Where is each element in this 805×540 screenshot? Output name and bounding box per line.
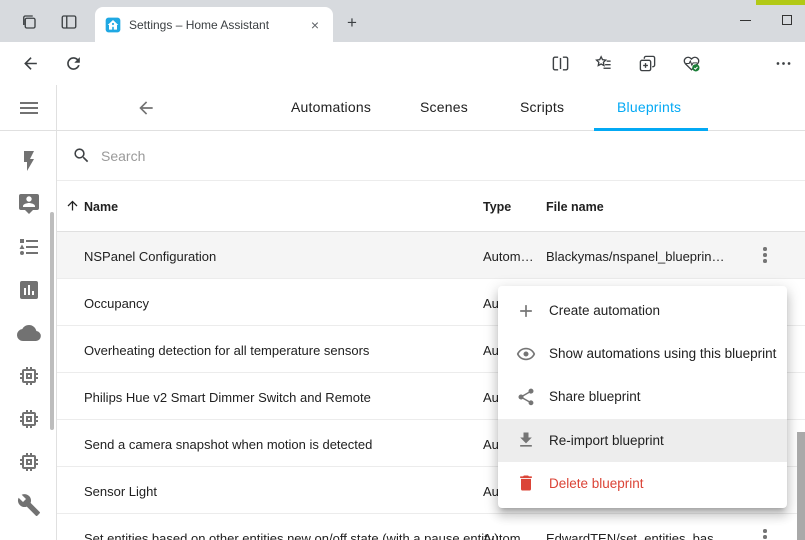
back-icon[interactable] — [21, 54, 40, 73]
tools-icon[interactable] — [17, 493, 41, 517]
ha-page: Automations Scenes Scripts Blueprints ? … — [0, 85, 805, 540]
browser-tab-strip: Settings – Home Assistant × + — [0, 0, 805, 42]
row-type: Autom… — [483, 249, 534, 264]
column-header-file[interactable]: File name — [546, 200, 604, 214]
plus-icon — [516, 301, 536, 321]
menu-icon[interactable] — [17, 96, 41, 120]
row-name: Send a camera snapshot when motion is de… — [84, 437, 372, 452]
sidebar-scrollbar[interactable] — [50, 212, 54, 430]
table-row[interactable]: NSPanel Configuration Autom… Blackymas/n… — [57, 232, 805, 279]
trash-icon — [516, 473, 536, 493]
column-header-type[interactable]: Type — [483, 200, 511, 214]
refresh-icon[interactable] — [64, 54, 83, 73]
workspaces-icon[interactable] — [20, 13, 38, 31]
row-file: Blackymas/nspanel_blueprin… — [546, 249, 724, 264]
sidebar-divider — [0, 130, 57, 131]
table-row[interactable]: Set entities based on other entities new… — [57, 514, 805, 540]
split-screen-icon[interactable] — [551, 54, 570, 73]
tab-scripts[interactable]: Scripts — [520, 99, 564, 115]
download-icon — [516, 430, 536, 450]
more-menu-icon[interactable] — [774, 54, 793, 73]
menu-item-label: Delete blueprint — [549, 476, 644, 491]
search-bar — [57, 131, 805, 181]
menu-item-delete-blueprint[interactable]: Delete blueprint — [498, 462, 787, 505]
tab-scenes[interactable]: Scenes — [420, 99, 468, 115]
eye-icon — [516, 344, 536, 364]
tab-automations[interactable]: Automations — [291, 99, 371, 115]
menu-item-reimport-blueprint[interactable]: Re-import blueprint — [498, 419, 787, 462]
maximize-button[interactable] — [775, 10, 799, 30]
minimize-icon — [740, 20, 751, 21]
menu-item-label: Re-import blueprint — [549, 433, 664, 448]
row-name: Philips Hue v2 Smart Dimmer Switch and R… — [84, 390, 371, 405]
tab-title: Settings – Home Assistant — [129, 18, 307, 32]
tab-actions-icon[interactable] — [60, 13, 78, 31]
menu-item-create-automation[interactable]: Create automation — [498, 289, 787, 332]
row-overflow-menu-icon[interactable] — [756, 527, 774, 540]
row-name: Set entities based on other entities new… — [84, 531, 499, 540]
row-file: EdwardTEN/set_entities_bas… — [546, 531, 727, 540]
row-context-menu: Create automation Show automations using… — [498, 286, 787, 508]
search-icon — [72, 146, 91, 165]
row-name: Overheating detection for all temperatur… — [84, 343, 369, 358]
browser-tab-active[interactable]: Settings – Home Assistant × — [95, 7, 333, 42]
chip-icon[interactable] — [17, 364, 41, 388]
menu-item-label: Show automations using this blueprint — [549, 346, 776, 361]
duplicate-tab-icon[interactable] — [638, 54, 657, 73]
menu-item-label: Share blueprint — [549, 389, 641, 404]
map-icon[interactable] — [17, 192, 41, 216]
browser-toolbar: Not secure homeassistant.local:8123/... … — [0, 42, 805, 85]
menu-item-share-blueprint[interactable]: Share blueprint — [498, 375, 787, 418]
browser-window: Settings – Home Assistant × + Not secure… — [0, 0, 805, 540]
search-input[interactable] — [101, 148, 701, 164]
browser-essentials-icon[interactable] — [682, 54, 701, 73]
ha-sidebar — [0, 85, 57, 540]
row-name: Sensor Light — [84, 484, 157, 499]
history-icon[interactable] — [17, 278, 41, 302]
maximize-icon — [782, 15, 792, 25]
column-header-name[interactable]: Name — [84, 200, 118, 214]
screen-edge-strip — [756, 0, 805, 5]
home-assistant-favicon — [105, 17, 121, 33]
sort-ascending-icon[interactable] — [65, 198, 80, 213]
logbook-icon[interactable] — [17, 235, 41, 259]
chip-icon[interactable] — [17, 407, 41, 431]
row-overflow-menu-icon[interactable] — [756, 245, 774, 265]
menu-item-show-automations[interactable]: Show automations using this blueprint — [498, 332, 787, 375]
cloud-icon[interactable] — [17, 321, 41, 345]
minimize-button[interactable] — [733, 10, 757, 30]
row-type: Autom… — [483, 531, 534, 540]
share-icon — [516, 387, 536, 407]
chip-icon[interactable] — [17, 450, 41, 474]
tab-blueprints[interactable]: Blueprints — [617, 99, 681, 115]
row-name: Occupancy — [84, 296, 149, 311]
tab-close-icon[interactable]: × — [307, 17, 323, 33]
menu-item-label: Create automation — [549, 303, 660, 318]
row-name: NSPanel Configuration — [84, 249, 216, 264]
collections-icon[interactable] — [594, 54, 613, 73]
page-scrollbar[interactable] — [797, 432, 805, 540]
table-header: Name Type File name — [57, 181, 805, 232]
energy-icon[interactable] — [17, 149, 41, 173]
new-tab-button[interactable]: + — [343, 15, 361, 33]
ha-header: Automations Scenes Scripts Blueprints ? — [57, 85, 805, 131]
back-arrow-icon[interactable] — [136, 98, 156, 118]
